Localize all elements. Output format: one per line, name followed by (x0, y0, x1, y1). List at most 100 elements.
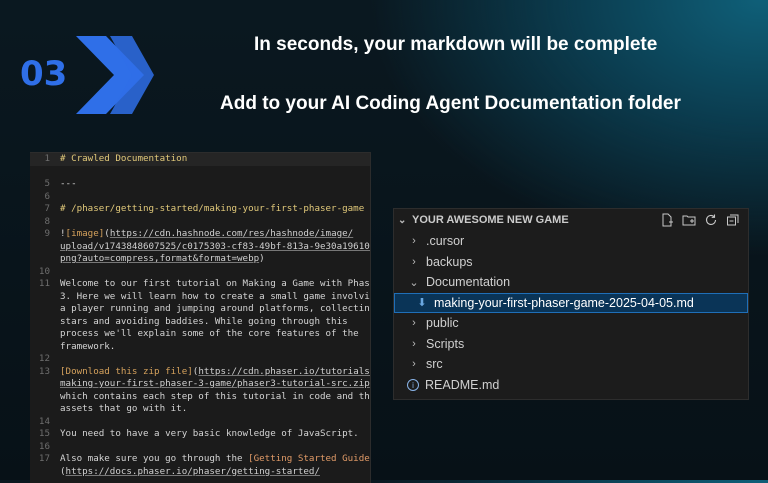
editor-line[interactable] (30, 166, 370, 179)
headline-secondary: Add to your AI Coding Agent Documentatio… (220, 93, 681, 114)
refresh-icon[interactable] (704, 213, 718, 227)
folder-src[interactable]: › src (394, 354, 748, 375)
editor-line[interactable]: 10 (30, 266, 370, 279)
editor-line[interactable]: assets that go with it. (30, 403, 370, 416)
editor-line[interactable]: a player running and jumping around plat… (30, 303, 370, 316)
headline-primary: In seconds, your markdown will be comple… (254, 34, 658, 55)
folder-public[interactable]: › public (394, 313, 748, 334)
chevron-right-icon: › (412, 358, 416, 371)
token: https://cdn.phaser.io/tutorials/ (198, 365, 371, 377)
editor-line[interactable]: 12 (30, 353, 370, 366)
token: 3. Here we will learn how to create a sm… (60, 290, 371, 302)
line-number: 15 (38, 428, 50, 439)
chevron-right-icon: › (412, 235, 416, 248)
editor-line[interactable]: 11 Welcome to our first tutorial on Makin… (30, 278, 370, 291)
token: Welcome to our first tutorial on Making … (60, 278, 371, 289)
line-number: 10 (38, 265, 50, 277)
token: [Download this zip file] (60, 365, 193, 377)
chevron-right-icon: › (412, 317, 416, 330)
tree-item-label: making-your-first-phaser-game-2025-04-05… (434, 295, 694, 310)
editor-line[interactable]: making-your-first-phaser-3-game/phaser3-… (30, 378, 370, 391)
token: --- (60, 178, 77, 189)
editor-line[interactable]: png?auto=compress,format&format=webp) (30, 253, 370, 266)
tree-item-label: Scripts (426, 336, 465, 351)
line-number (30, 328, 60, 341)
line-text (60, 216, 66, 229)
line-text: [Download this zip file](https://cdn.pha… (60, 365, 371, 379)
info-icon: i (407, 378, 419, 391)
folder-documentation[interactable]: ⌄ Documentation (394, 272, 748, 293)
token: https://docs.phaser.io/phaser/getting-st… (65, 465, 320, 477)
line-number (30, 403, 60, 416)
line-text: assets that go with it. (60, 403, 187, 416)
line-text (60, 266, 66, 279)
token: You need to have a very basic knowledge … (60, 428, 359, 439)
editor-line[interactable]: 13 [Download this zip file](https://cdn.p… (30, 366, 370, 379)
token: [Getting Started Guide] (248, 453, 371, 464)
line-number (30, 316, 60, 329)
line-number: 12 (38, 353, 50, 364)
folder-backups[interactable]: › backups (394, 252, 748, 273)
editor-line[interactable]: 14 (30, 416, 370, 429)
editor-line[interactable]: 17 Also make sure you go through the [Get… (30, 453, 370, 466)
line-text: which contains each step of this tutoria… (60, 391, 370, 404)
line-number (30, 341, 60, 354)
folder-scripts[interactable]: › Scripts (394, 334, 748, 355)
tree-item-label: README.md (425, 377, 500, 392)
line-text (60, 441, 66, 454)
editor-line[interactable]: 5 --- (30, 178, 370, 191)
editor-line[interactable]: 1 # Crawled Documentation (30, 153, 370, 166)
step-indicator: 03 (20, 34, 160, 116)
editor-line[interactable]: which contains each step of this tutoria… (30, 391, 370, 404)
token: ) (259, 253, 265, 264)
token: ) (370, 378, 371, 389)
file-making-your-first-phaser-game-2025-04-05-md[interactable]: ⬇ making-your-first-phaser-game-2025-04-0… (394, 292, 748, 313)
line-text: upload/v1743848607525/c0175303-cf83-49bf… (60, 241, 370, 254)
tree-item-label: public (426, 316, 459, 331)
editor-line[interactable]: 6 (30, 191, 370, 204)
editor-line[interactable]: 15 You need to have a very basic knowledg… (30, 428, 370, 441)
line-number (30, 378, 60, 391)
editor-line[interactable]: 16 (30, 441, 370, 454)
line-number (30, 241, 60, 254)
line-number (30, 391, 60, 404)
token: a player running and jumping around plat… (60, 303, 371, 314)
editor-line[interactable]: stars and avoiding baddies. While going … (30, 316, 370, 329)
token: png?auto=compress,format&format=webp (60, 253, 260, 264)
collapse-all-icon[interactable] (726, 213, 740, 227)
line-text: (https://docs.phaser.io/phaser/getting-s… (60, 466, 320, 479)
line-text: Welcome to our first tutorial on Making … (60, 278, 371, 291)
editor-line[interactable]: 8 (30, 216, 370, 229)
token: making-your-first-phaser-3-game/phaser3-… (60, 378, 370, 389)
new-file-icon[interactable] (660, 213, 674, 227)
line-text (60, 353, 66, 366)
editor-line[interactable]: process we'll explain some of the core f… (30, 328, 370, 341)
chevron-right-icon: › (412, 255, 416, 268)
line-number: 13 (38, 365, 50, 377)
line-number: 9 (44, 228, 50, 239)
folder-cursor[interactable]: › .cursor (394, 231, 748, 252)
chevron-down-icon: ⌄ (409, 276, 419, 289)
tree-item-label: backups (426, 254, 473, 269)
explorer-header[interactable]: ⌄ YOUR AWESOME NEW GAME (394, 209, 748, 231)
editor-line[interactable]: upload/v1743848607525/c0175303-cf83-49bf… (30, 241, 370, 254)
line-text: # /phaser/getting-started/making-your-fi… (60, 203, 364, 216)
line-number: 8 (44, 215, 50, 227)
token: # /phaser/getting-started/making-your-fi… (60, 203, 365, 214)
editor-line[interactable]: (https://docs.phaser.io/phaser/getting-s… (30, 466, 370, 479)
editor-line[interactable]: 7 # /phaser/getting-started/making-your-f… (30, 203, 370, 216)
line-number (30, 291, 60, 304)
markdown-editor[interactable]: 1 # Crawled Documentation 5 --- 6 7 # /phase… (30, 152, 371, 483)
line-number: 14 (38, 415, 50, 427)
line-number: 7 (44, 203, 50, 214)
file-readme-md[interactable]: i README.md (394, 375, 748, 396)
line-text: Also make sure you go through the [Getti… (60, 453, 371, 466)
line-number (30, 303, 60, 316)
line-number: 17 (38, 453, 50, 464)
token: [image] (65, 228, 105, 239)
editor-line[interactable]: 3. Here we will learn how to create a sm… (30, 291, 370, 304)
line-number: 11 (38, 278, 50, 289)
new-folder-icon[interactable] (682, 213, 696, 227)
editor-line[interactable]: framework. (30, 341, 370, 354)
editor-line[interactable]: 9 ![image](https://cdn.hashnode.com/res/h… (30, 228, 370, 241)
